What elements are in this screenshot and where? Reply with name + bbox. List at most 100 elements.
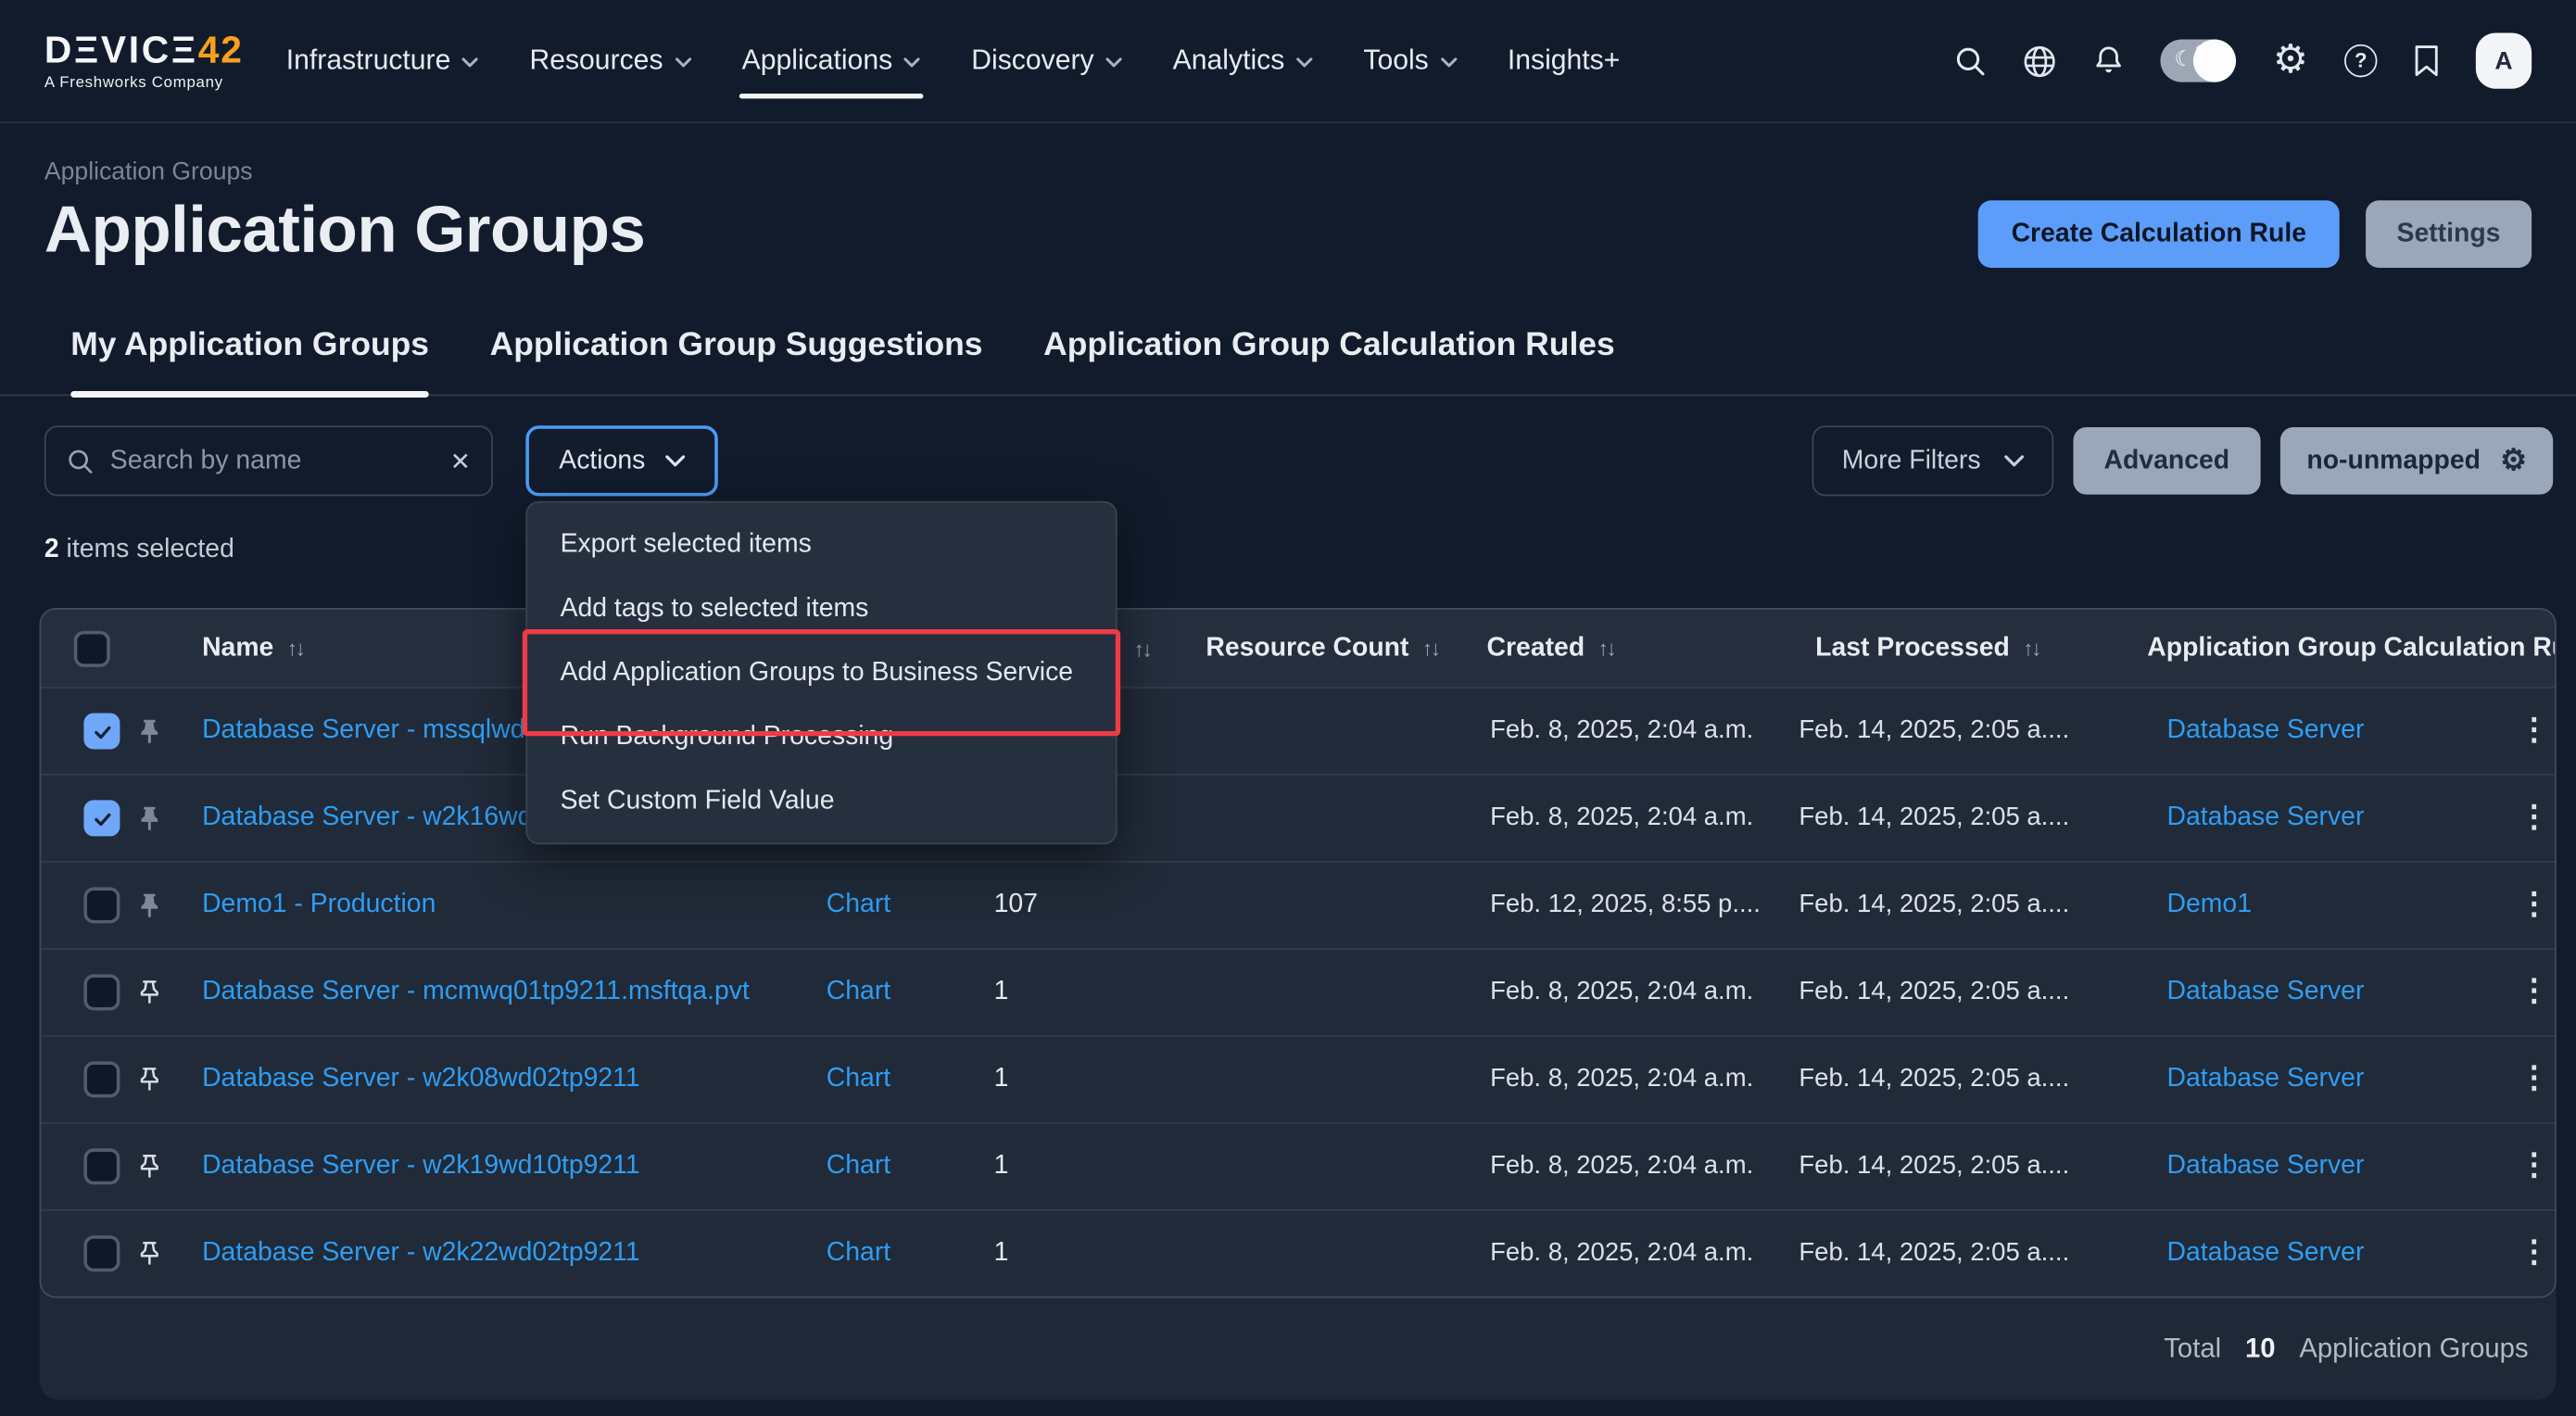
row-checkbox[interactable]	[83, 887, 120, 923]
calculation-rule-link[interactable]: Database Server	[2167, 978, 2365, 1007]
chart-link[interactable]: Chart	[827, 1065, 890, 1094]
select-all-checkbox[interactable]	[74, 630, 110, 666]
pin-icon[interactable]	[134, 717, 164, 745]
pin-icon[interactable]	[134, 891, 164, 919]
filter-cluster: More Filters Advanced no-unmapped ⚙	[1812, 425, 2553, 496]
settings-gear-icon[interactable]: ⚙	[2273, 41, 2308, 81]
created-date: Feb. 8, 2025, 2:04 a.m.	[1490, 803, 1753, 833]
row-menu-kebab[interactable]: ⋮	[2519, 980, 2550, 1004]
nav-item-resources[interactable]: Resources	[529, 0, 690, 121]
calculation-rule-link[interactable]: Database Server	[2167, 716, 2365, 746]
settings-button[interactable]: Settings	[2366, 200, 2532, 268]
row-checkbox[interactable]	[83, 974, 120, 1010]
last-processed-date: Feb. 14, 2025, 2:05 a....	[1799, 1239, 2069, 1269]
row-menu-kebab[interactable]: ⋮	[2519, 720, 2550, 743]
calculation-rule-link[interactable]: Database Server	[2167, 1152, 2365, 1182]
help-icon[interactable]: ?	[2344, 44, 2377, 77]
application-group-link[interactable]: Database Server - w2k08wd02tp9211	[202, 1065, 640, 1094]
unpin-icon[interactable]	[134, 1153, 164, 1181]
application-group-link[interactable]: Database Server - w2k19wd10tp9211	[202, 1152, 640, 1182]
row-checkbox[interactable]	[83, 1061, 120, 1097]
last-processed-date: Feb. 14, 2025, 2:05 a....	[1799, 1065, 2069, 1094]
create-calculation-rule-button[interactable]: Create Calculation Rule	[1978, 200, 2339, 268]
nav-item-tools[interactable]: Tools	[1363, 0, 1457, 121]
tab-my-application-groups[interactable]: My Application Groups	[70, 323, 429, 394]
calculation-rule-link[interactable]: Database Server	[2167, 1239, 2365, 1269]
application-group-link[interactable]: Demo1 - Production	[202, 891, 436, 920]
application-group-link[interactable]: Database Server - mcmwq01tp9211.msftqa.p…	[202, 978, 750, 1007]
column-header-resource-count[interactable]: Resource Count↑↓	[1206, 633, 1438, 663]
more-filters-button[interactable]: More Filters	[1812, 425, 2053, 496]
column-header-last-processed[interactable]: Last Processed↑↓	[1815, 633, 2039, 663]
table-header-row: Name↑↓ ↑↓ Resource Count↑↓ Created↑↓ Las…	[41, 610, 2555, 687]
row-checkbox[interactable]	[83, 713, 120, 749]
bookmark-icon[interactable]	[2413, 44, 2439, 77]
row-menu-kebab[interactable]: ⋮	[2519, 1068, 2550, 1091]
actions-dropdown-button[interactable]: Actions	[525, 425, 717, 496]
column-header-name[interactable]: Name↑↓	[202, 633, 303, 663]
column-header-calculation-rule[interactable]: Application Group Calculation Rule	[2147, 633, 2555, 663]
clear-search-icon[interactable]: ✕	[450, 446, 471, 475]
row-menu-kebab[interactable]: ⋮	[2519, 1242, 2550, 1265]
search-input[interactable]	[110, 446, 450, 475]
device42-logo[interactable]: DΞVICΞ42 A Freshworks Company	[44, 31, 244, 91]
sort-icon: ↑↓	[287, 636, 304, 661]
menu-item-set-custom-field-value[interactable]: Set Custom Field Value	[527, 769, 1116, 833]
unpin-icon[interactable]	[134, 1240, 164, 1268]
table-row: Database Server - mssqlwd02tp9211 Chart …	[41, 687, 2555, 774]
filter-gear-icon: ⚙	[2500, 444, 2527, 478]
unpin-icon[interactable]	[134, 1066, 164, 1094]
menu-item-run-background-processing[interactable]: Run Background Processing	[527, 705, 1116, 769]
search-icon[interactable]	[1956, 45, 1988, 77]
tab-application-group-suggestions[interactable]: Application Group Suggestions	[490, 323, 983, 394]
nav-item-insights[interactable]: Insights+	[1508, 0, 1620, 121]
column-header-hidden-sort[interactable]: ↑↓	[1133, 636, 1150, 661]
chart-link[interactable]: Chart	[827, 978, 890, 1007]
advanced-button[interactable]: Advanced	[2073, 427, 2261, 495]
created-date: Feb. 8, 2025, 2:04 a.m.	[1490, 1065, 1753, 1094]
created-date: Feb. 8, 2025, 2:04 a.m.	[1490, 716, 1753, 746]
calculation-rule-link[interactable]: Demo1	[2167, 891, 2252, 920]
theme-toggle[interactable]: ☾ ✦	[2161, 40, 2237, 82]
row-checkbox[interactable]	[83, 1235, 120, 1271]
chart-link[interactable]: Chart	[827, 891, 890, 920]
application-group-link[interactable]: Database Server - w2k22wd02tp9211	[202, 1239, 640, 1269]
calculation-rule-link[interactable]: Database Server	[2167, 1065, 2365, 1094]
menu-item-export-selected[interactable]: Export selected items	[527, 512, 1116, 576]
tab-application-group-calculation-rules[interactable]: Application Group Calculation Rules	[1043, 323, 1615, 394]
row-checkbox[interactable]	[83, 1148, 120, 1184]
calculation-rule-link[interactable]: Database Server	[2167, 803, 2365, 833]
menu-item-add-tags[interactable]: Add tags to selected items	[527, 576, 1116, 640]
nav-item-applications[interactable]: Applications	[742, 0, 921, 121]
unpin-icon[interactable]	[134, 979, 164, 1006]
main-nav: Infrastructure Resources Applications Di…	[286, 0, 1621, 121]
globe-icon[interactable]	[2023, 44, 2057, 78]
top-navbar: DΞVICΞ42 A Freshworks Company Infrastruc…	[0, 0, 2576, 123]
table-row: Database Server - mcmwq01tp9211.msftqa.p…	[41, 948, 2555, 1035]
logo-subtitle: A Freshworks Company	[44, 75, 244, 91]
logo-text: DΞVICΞ	[44, 28, 198, 70]
row-menu-kebab[interactable]: ⋮	[2519, 893, 2550, 917]
saved-filter-button[interactable]: no-unmapped ⚙	[2280, 427, 2553, 495]
resource-count: 1	[994, 978, 1009, 1007]
search-input-wrapper: ✕	[44, 425, 493, 496]
menu-item-add-to-business-service[interactable]: Add Application Groups to Business Servi…	[527, 640, 1116, 704]
nav-item-infrastructure[interactable]: Infrastructure	[286, 0, 479, 121]
search-icon	[68, 448, 94, 474]
nav-item-discovery[interactable]: Discovery	[971, 0, 1121, 121]
breadcrumb[interactable]: Application Groups	[44, 158, 253, 185]
application-groups-page: DΞVICΞ42 A Freshworks Company Infrastruc…	[0, 0, 2576, 1416]
user-avatar[interactable]: A	[2476, 32, 2532, 88]
navbar-icons: ☾ ✦ ⚙ ? A	[1956, 32, 2532, 88]
chart-link[interactable]: Chart	[827, 1152, 890, 1182]
row-menu-kebab[interactable]: ⋮	[2519, 807, 2550, 830]
notifications-bell-icon[interactable]	[2094, 44, 2126, 77]
sort-icon: ↑↓	[1422, 636, 1439, 661]
column-header-created[interactable]: Created↑↓	[1487, 633, 1615, 663]
nav-item-analytics[interactable]: Analytics	[1173, 0, 1313, 121]
row-checkbox[interactable]	[83, 800, 120, 836]
pin-icon[interactable]	[134, 804, 164, 832]
chart-link[interactable]: Chart	[827, 1239, 890, 1269]
row-menu-kebab[interactable]: ⋮	[2519, 1155, 2550, 1178]
last-processed-date: Feb. 14, 2025, 2:05 a....	[1799, 891, 2069, 920]
